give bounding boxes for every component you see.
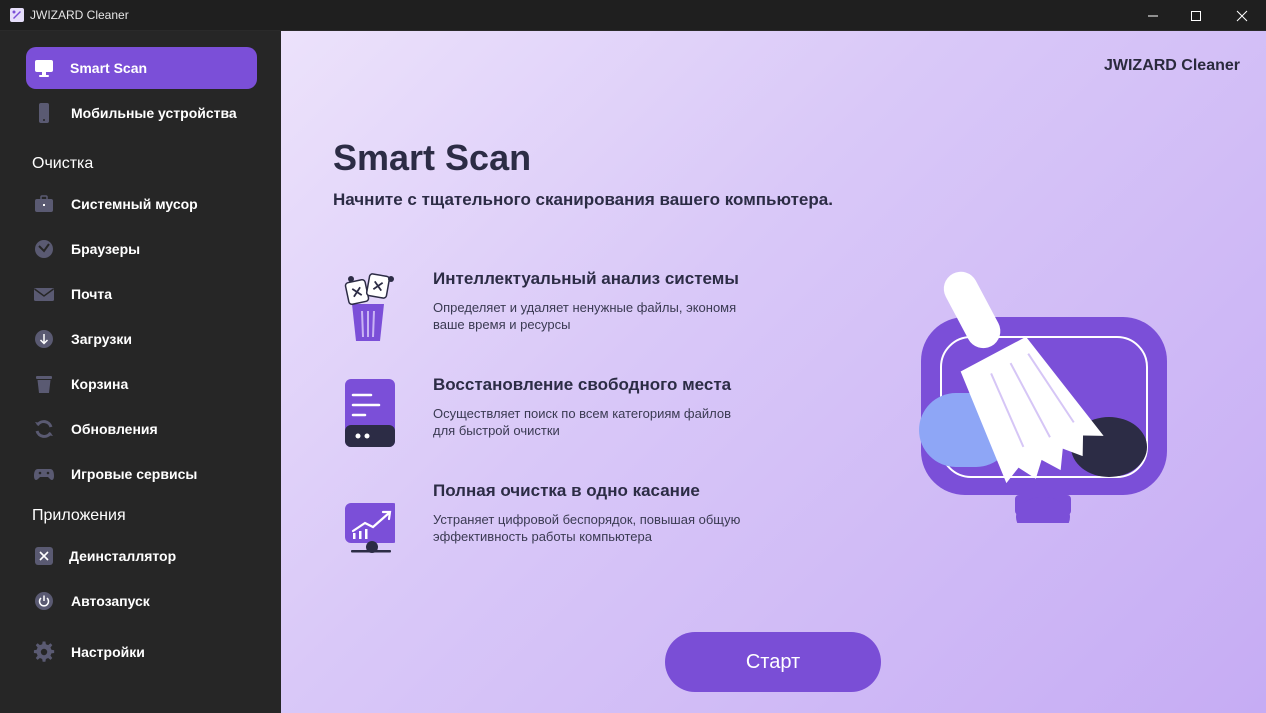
sidebar-item-smart-scan[interactable]: Smart Scan <box>26 47 257 89</box>
title-bar: JWIZARD Cleaner <box>0 0 1266 31</box>
feature-title: Интеллектуальный анализ системы <box>433 269 739 288</box>
sidebar-item-label: Браузеры <box>71 241 141 257</box>
page-title: Smart Scan <box>333 137 532 178</box>
sidebar-item-label: Автозапуск <box>71 593 150 609</box>
feature-description: Осуществляет поиск по всем категориям фа… <box>433 406 731 438</box>
feature-item: Полная очистка в одно касание Устраняет … <box>333 481 853 571</box>
feature-title: Полная очистка в одно касание <box>433 481 700 500</box>
sidebar-item-label: Обновления <box>71 421 158 437</box>
section-title-apps: Приложения <box>32 507 126 524</box>
close-button[interactable] <box>1219 0 1265 31</box>
gamepad-icon <box>33 463 55 485</box>
power-icon <box>33 590 55 612</box>
browser-icon <box>33 238 55 260</box>
brand-name: JWIZARD Cleaner <box>1103 57 1240 74</box>
sidebar-item-label: Мобильные устройства <box>71 105 237 121</box>
sidebar-item-label: Системный мусор <box>71 196 198 212</box>
feature-item: Восстановление свободного места Осуществ… <box>333 375 853 465</box>
monitor-icon <box>33 57 55 79</box>
download-icon <box>33 328 55 350</box>
performance-monitor-icon <box>345 503 395 553</box>
sidebar-item-trash[interactable]: Корзина <box>26 363 257 405</box>
sidebar-item-label: Smart Scan <box>70 60 148 76</box>
sidebar-item-label: Деинсталлятор <box>69 548 177 564</box>
sidebar-item-label: Корзина <box>71 376 129 392</box>
sidebar-item-uninstaller[interactable]: Деинсталлятор <box>26 535 257 577</box>
trash-icon <box>33 373 55 395</box>
sidebar-item-mail[interactable]: Почта <box>26 273 257 315</box>
close-icon <box>1236 10 1248 21</box>
maximize-icon <box>1191 10 1201 21</box>
page-subtitle: Начните с тщательного сканирования вашег… <box>333 190 833 209</box>
feature-item: Интеллектуальный анализ системы Определя… <box>333 269 853 359</box>
sidebar-item-mobile[interactable]: Мобильные устройства <box>26 92 257 134</box>
window-title: JWIZARD Cleaner <box>30 8 129 22</box>
start-button[interactable]: Старт <box>665 632 881 692</box>
minimize-button[interactable] <box>1130 0 1176 31</box>
feature-description: Определяет и удаляет ненужные файлы, эко… <box>433 300 737 332</box>
server-drive-icon <box>345 379 395 447</box>
sidebar-item-autorun[interactable]: Автозапуск <box>26 580 257 622</box>
sidebar-item-downloads[interactable]: Загрузки <box>26 318 257 360</box>
sidebar: Smart Scan Мобильные устройства Очистка … <box>0 31 281 713</box>
briefcase-icon <box>33 193 55 215</box>
minimize-icon <box>1148 15 1158 16</box>
feature-description: Устраняет цифровой беспорядок, повышая о… <box>433 512 741 544</box>
refresh-icon <box>33 418 55 440</box>
gear-icon <box>33 641 55 663</box>
sidebar-item-system-junk[interactable]: Системный мусор <box>26 183 257 225</box>
sidebar-item-updates[interactable]: Обновления <box>26 408 257 450</box>
sidebar-item-label: Загрузки <box>71 331 132 347</box>
section-title-cleanup: Очистка <box>32 155 94 172</box>
sidebar-item-label: Игровые сервисы <box>71 466 198 482</box>
sidebar-item-label: Настройки <box>71 644 145 660</box>
phone-icon <box>33 102 55 124</box>
app-logo-icon <box>10 8 24 22</box>
sidebar-item-browsers[interactable]: Браузеры <box>26 228 257 270</box>
sidebar-item-settings[interactable]: Настройки <box>26 631 257 673</box>
maximize-button[interactable] <box>1173 0 1219 31</box>
monitor-broom-illustration <box>919 271 1167 523</box>
trash-bin-files-icon <box>344 273 394 341</box>
main-panel: JWIZARD Cleaner Smart Scan Начните с тща… <box>281 31 1266 713</box>
uninstall-icon <box>33 545 55 567</box>
sidebar-item-games[interactable]: Игровые сервисы <box>26 453 257 495</box>
mail-icon <box>33 283 55 305</box>
feature-title: Восстановление свободного места <box>433 375 732 394</box>
sidebar-item-label: Почта <box>71 286 113 302</box>
